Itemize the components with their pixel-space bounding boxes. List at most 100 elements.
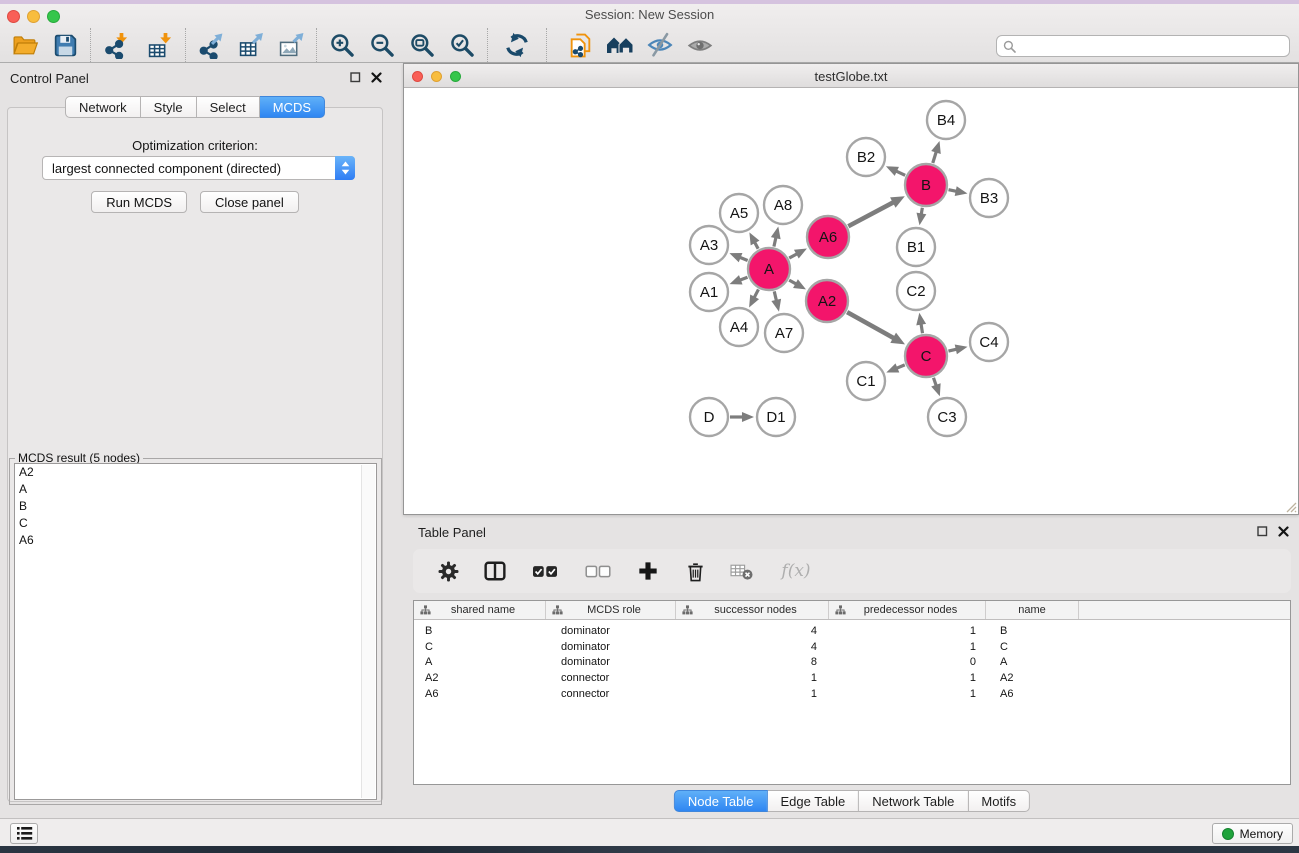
gear-icon: [438, 561, 459, 582]
export-image-button[interactable]: [271, 28, 311, 62]
tree-icon: [420, 605, 431, 615]
column-header-name[interactable]: name: [986, 601, 1079, 619]
table-row[interactable]: Cdominator41C: [414, 639, 1290, 655]
new-network-button[interactable]: [560, 28, 600, 62]
graph-node-label-D1: D1: [766, 409, 785, 426]
mcds-result-list[interactable]: A2 A B C A6: [14, 463, 377, 800]
mcds-result-item[interactable]: A6: [15, 532, 376, 549]
list-icon: [16, 826, 33, 841]
tab-edge-table[interactable]: Edge Table: [767, 790, 859, 812]
network-graph[interactable]: B4B2BB3A8A5A6A3B1AC2A1A2A4A7C4CC1C3DD1: [404, 88, 1298, 514]
tree-icon: [835, 605, 846, 615]
tab-network-table[interactable]: Network Table: [859, 790, 968, 812]
column-header-shared-name[interactable]: shared name: [414, 601, 546, 619]
table-row[interactable]: A2connector11A2: [414, 670, 1290, 686]
search-input[interactable]: [1019, 37, 1285, 55]
zoom-out-icon: [369, 32, 395, 58]
float-panel-icon[interactable]: [350, 72, 361, 83]
hide-graphics-button[interactable]: [640, 28, 680, 62]
optimization-criterion-label: Optimization criterion:: [0, 138, 390, 153]
close-panel-button[interactable]: Close panel: [200, 191, 299, 213]
home-button[interactable]: [600, 28, 640, 62]
window-chrome: Session: New Session: [0, 4, 1299, 63]
table-row[interactable]: Adominator80A: [414, 654, 1290, 670]
session-title: Session: New Session: [0, 7, 1299, 22]
graph-node-label-A4: A4: [730, 319, 748, 336]
tab-motifs[interactable]: Motifs: [968, 790, 1030, 812]
mcds-result-item[interactable]: C: [15, 515, 376, 532]
show-graphics-button[interactable]: [680, 28, 720, 62]
table-panel-title: Table Panel: [418, 525, 486, 540]
task-history-button[interactable]: [10, 823, 38, 844]
network-canvas[interactable]: B4B2BB3A8A5A6A3B1AC2A1A2A4A7C4CC1C3DD1: [404, 88, 1298, 514]
column-header-successor-nodes[interactable]: successor nodes: [676, 601, 829, 619]
import-network-button[interactable]: [96, 28, 136, 62]
graph-edge-arrowhead: [916, 313, 926, 326]
show-columns-button[interactable]: [482, 560, 508, 582]
run-mcds-button[interactable]: Run MCDS: [91, 191, 187, 213]
export-network-button[interactable]: [191, 28, 231, 62]
zoom-fit-button[interactable]: [402, 28, 442, 62]
graph-edge-arrowhead: [771, 226, 781, 239]
save-session-button[interactable]: [45, 28, 85, 62]
column-header-predecessor-nodes[interactable]: predecessor nodes: [829, 601, 986, 619]
deselect-all-button[interactable]: [582, 564, 614, 579]
eye-slash-icon: [647, 32, 673, 58]
graph-node-label-A5: A5: [730, 205, 748, 222]
refresh-network-button[interactable]: [497, 28, 537, 62]
mcds-result-box: MCDS result (5 nodes) A2 A B C A6: [9, 458, 382, 805]
tab-node-table[interactable]: Node Table: [674, 790, 768, 812]
tab-select[interactable]: Select: [197, 96, 260, 118]
trash-icon: [686, 561, 705, 582]
memory-status-icon: [1222, 828, 1234, 840]
mcds-result-item[interactable]: B: [15, 498, 376, 515]
delete-table-button[interactable]: [729, 562, 755, 581]
graph-edge-arrowhead: [730, 275, 743, 284]
optimization-criterion-select[interactable]: largest connected component (directed): [42, 156, 355, 180]
network-window-titlebar[interactable]: testGlobe.txt: [404, 64, 1298, 88]
memory-button[interactable]: Memory: [1212, 823, 1293, 844]
mcds-result-item[interactable]: A: [15, 481, 376, 498]
table-settings-button[interactable]: [435, 561, 461, 582]
function-builder-button[interactable]: f(x): [776, 561, 816, 581]
table-row[interactable]: Bdominator41B: [414, 623, 1290, 639]
graph-node-label-C4: C4: [979, 334, 998, 351]
table-toolbar: f(x): [413, 549, 1291, 593]
graph-node-label-A: A: [764, 261, 774, 278]
tab-style[interactable]: Style: [141, 96, 197, 118]
graph-node-label-A6: A6: [819, 229, 837, 246]
select-all-button[interactable]: [529, 564, 561, 579]
tab-network[interactable]: Network: [65, 96, 141, 118]
search-icon: [1003, 40, 1016, 53]
import-table-button[interactable]: [140, 28, 180, 62]
column-header-mcds-role[interactable]: MCDS role: [546, 601, 676, 619]
graph-node-label-B4: B4: [937, 112, 955, 129]
resize-grip-icon[interactable]: [1283, 499, 1297, 513]
eye-icon: [687, 32, 713, 58]
tab-mcds[interactable]: MCDS: [260, 96, 325, 118]
graph-edge-arrowhead: [916, 213, 926, 226]
close-table-panel-icon[interactable]: [1278, 526, 1289, 537]
export-table-button[interactable]: [231, 28, 271, 62]
zoom-selected-button[interactable]: [442, 28, 482, 62]
close-panel-icon[interactable]: [371, 72, 382, 83]
graph-node-label-C: C: [921, 348, 932, 365]
zoom-out-button[interactable]: [362, 28, 402, 62]
zoom-fit-icon: [409, 32, 435, 58]
graph-edge-A2-C[interactable]: [847, 312, 895, 339]
graph-edge-A6-B[interactable]: [848, 202, 894, 227]
add-row-button[interactable]: [635, 561, 661, 581]
table-row[interactable]: A6connector11A6: [414, 686, 1290, 702]
result-scrollbar[interactable]: [361, 465, 375, 798]
desktop-edge: [0, 846, 1299, 853]
zoom-in-button[interactable]: [322, 28, 362, 62]
node-table: shared name MCDS role successor nodes pr…: [413, 600, 1291, 785]
houses-icon: [606, 32, 634, 58]
mcds-result-item[interactable]: A2: [15, 464, 376, 481]
open-session-button[interactable]: [5, 28, 45, 62]
refresh-icon: [504, 32, 530, 58]
delete-row-button[interactable]: [682, 561, 708, 582]
float-table-panel-icon[interactable]: [1257, 526, 1268, 537]
network-window-title: testGlobe.txt: [404, 69, 1298, 84]
select-all-icon: [532, 564, 558, 579]
